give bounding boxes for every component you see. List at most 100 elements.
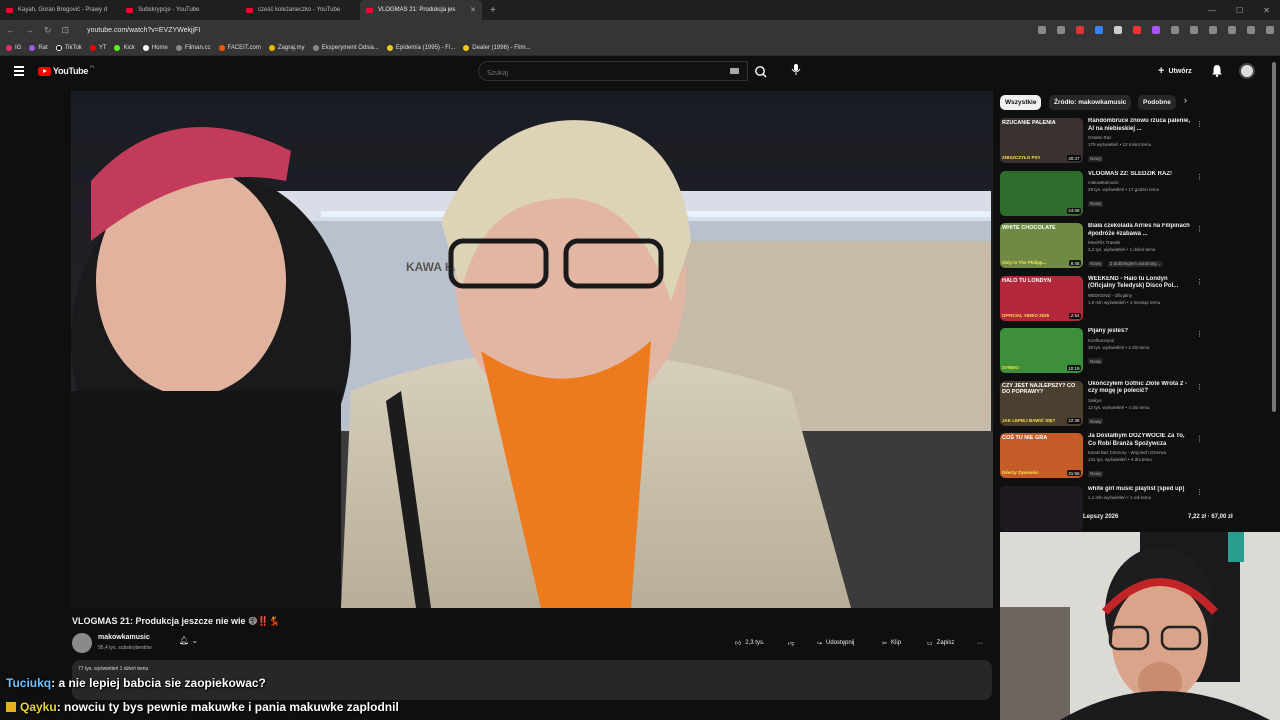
- scrollbar[interactable]: [1272, 62, 1276, 412]
- dislike-button[interactable]: 👎︎: [783, 634, 800, 652]
- bookmark-item[interactable]: TikTok: [55, 44, 82, 51]
- notifications-button[interactable]: [1211, 64, 1223, 82]
- recommended-channel[interactable]: Konfiturexpol: [1088, 338, 1192, 343]
- clip-button[interactable]: ✂ Klip: [877, 634, 907, 652]
- recommended-title[interactable]: Randombruce znowu rzuca palenie, AI na n…: [1088, 118, 1192, 133]
- close-tab-icon[interactable]: ✕: [470, 6, 476, 14]
- recommended-title[interactable]: white girl music playlist [sped up]: [1088, 486, 1192, 494]
- recommended-channel[interactable]: WEEKEND - Oficjalny: [1088, 293, 1192, 298]
- video-thumbnail[interactable]: CZY JEST NAJLEPSZY? CO DO POPRAWY? JAK LE…: [1000, 380, 1083, 426]
- more-options-icon[interactable]: ⋮: [1196, 330, 1203, 338]
- back-icon[interactable]: ←: [6, 25, 15, 35]
- chip-all[interactable]: Wszystkie: [1000, 95, 1042, 110]
- recommended-channel[interactable]: Kanał Bez Cenzury - Wojciech Dzierwa: [1088, 450, 1192, 455]
- reload-icon[interactable]: ↻: [44, 25, 52, 36]
- channel-name[interactable]: makowkamusic: [98, 634, 150, 641]
- menu-icon[interactable]: [14, 66, 24, 78]
- recommended-title[interactable]: Biała czekolada Arries na Filipinach #po…: [1088, 223, 1192, 238]
- new-tab-button[interactable]: +: [490, 5, 496, 16]
- bookmark-item[interactable]: Home: [142, 44, 168, 51]
- url-field[interactable]: youtube.com/watch?v=EVZYWekjjFI: [87, 27, 200, 34]
- more-options-icon[interactable]: ⋮: [1196, 488, 1203, 496]
- video-thumbnail[interactable]: WHITE CHOCOLATE Only in The Philipp... 8:4…: [1000, 223, 1083, 268]
- extension-icon[interactable]: [1133, 26, 1141, 34]
- create-button[interactable]: + Utwórz: [1152, 63, 1198, 79]
- video-player[interactable]: KAWA HERBATA GORĄCA CZEKO: [71, 91, 993, 608]
- share-icon[interactable]: [1057, 26, 1065, 34]
- browser-tab-active[interactable]: VLOGMAS 21: Produkcja jes ✕: [360, 0, 482, 20]
- more-options-icon[interactable]: ⋮: [1196, 435, 1203, 443]
- account-avatar[interactable]: [1239, 63, 1255, 79]
- video-thumbnail[interactable]: 24:08: [1000, 170, 1083, 216]
- bookmark-item[interactable]: Filman.cc: [175, 44, 211, 51]
- more-options-icon[interactable]: ⋮: [1196, 225, 1203, 233]
- bookmark-item[interactable]: Zagraj.my: [268, 44, 305, 51]
- bookmark-item[interactable]: FACEIT.com: [218, 44, 261, 51]
- more-options-icon[interactable]: ⋮: [1196, 383, 1203, 391]
- recommended-channel[interactable]: Saikyo: [1088, 398, 1192, 403]
- video-thumbnail[interactable]: RZUCANIE PALENIA ZNISZCZYŁO PSY 30:47: [1000, 118, 1083, 163]
- chip-source[interactable]: Źródło: makowkamusic: [1049, 95, 1132, 110]
- recommended-video[interactable]: WHITE CHOCOLATE Only in The Philipp... 8:4…: [1000, 223, 1203, 271]
- more-options-icon[interactable]: ⋮: [1196, 173, 1203, 181]
- more-options-icon[interactable]: ⋮: [1196, 278, 1203, 286]
- chevron-right-icon[interactable]: ›: [1184, 95, 1187, 105]
- subscribed-bell-button[interactable]: 🔔︎ ⌄: [179, 636, 198, 645]
- recommended-title[interactable]: Pijany jesteś?: [1088, 328, 1192, 336]
- bookmark-item[interactable]: YT: [89, 44, 106, 51]
- install-icon[interactable]: [1038, 26, 1046, 34]
- video-thumbnail[interactable]: HALO TU LONDYN OFFICIAL VIDEO 2025 2:54: [1000, 275, 1083, 321]
- menu-icon[interactable]: [1266, 26, 1274, 34]
- recommended-video[interactable]: COŚ TU NIE GRA Dilerzy Żywności 31:56 Ja Do…: [1000, 433, 1203, 481]
- minimize-icon[interactable]: —: [1208, 6, 1216, 15]
- recommended-video[interactable]: HALO TU LONDYN OFFICIAL VIDEO 2025 2:54 WEE…: [1000, 275, 1203, 324]
- channel-avatar[interactable]: [72, 633, 92, 653]
- search-input[interactable]: [479, 64, 709, 83]
- share-button[interactable]: ↪ Udostępnij: [812, 634, 860, 652]
- recommended-channel[interactable]: makowkamusic: [1088, 180, 1192, 185]
- more-actions-button[interactable]: ⋯: [972, 634, 988, 652]
- maximize-icon[interactable]: ☐: [1236, 6, 1243, 15]
- search-button[interactable]: [748, 62, 774, 82]
- recommended-video[interactable]: SYNEK! 10:19 Pijany jesteś? Konfiturexpol 39…: [1000, 328, 1203, 376]
- recommended-channel[interactable]: Ostatni Raz: [1088, 135, 1192, 140]
- recommended-video[interactable]: 24:08 VLOGMAS 22: ŚLEDZIK RAZ! makowkamusi…: [1000, 170, 1203, 219]
- recommended-title[interactable]: Ja Dostałbym DOŻYWOCIE Za To, Co Robi Br…: [1088, 433, 1192, 448]
- video-thumbnail[interactable]: COŚ TU NIE GRA Dilerzy Żywności 31:56: [1000, 433, 1083, 478]
- close-window-icon[interactable]: ✕: [1263, 6, 1270, 15]
- voice-search-button[interactable]: [788, 62, 804, 78]
- recommended-title[interactable]: Ukończyłem Gothic Złote Wrota 2 - czy mo…: [1088, 381, 1192, 396]
- more-options-icon[interactable]: ⋮: [1196, 120, 1203, 128]
- playlist-icon[interactable]: [1247, 26, 1255, 34]
- browser-tab[interactable]: cześć koleżaneczko - YouTube: [240, 0, 360, 20]
- bookmark-icon[interactable]: [1209, 26, 1217, 34]
- keyboard-icon[interactable]: [730, 68, 739, 74]
- bookmark-item[interactable]: IG: [6, 44, 21, 51]
- puzzle-icon[interactable]: [1171, 26, 1179, 34]
- like-button[interactable]: 👍︎ 2,3 tys.: [730, 634, 770, 652]
- extension-icon[interactable]: [1114, 26, 1122, 34]
- recommended-video[interactable]: CZY JEST NAJLEPSZY? CO DO POPRAWY? JAK LE…: [1000, 380, 1203, 429]
- recommended-title[interactable]: WEEKEND - Halo tu Londyn (Oficjalny Tele…: [1088, 276, 1192, 291]
- bookmark-item[interactable]: Kick: [114, 44, 135, 51]
- brave-shield-icon[interactable]: [1076, 26, 1084, 34]
- recommended-video[interactable]: RZUCANIE PALENIA ZNISZCZYŁO PSY 30:47 Rando…: [1000, 118, 1203, 166]
- bookmark-item[interactable]: Eksperyment Odsia...: [312, 44, 379, 51]
- extension-icon[interactable]: [1095, 26, 1103, 34]
- recommended-channel[interactable]: MexiFils Travels: [1088, 240, 1192, 245]
- bookmark-item[interactable]: Rat: [29, 44, 48, 51]
- save-button[interactable]: ▭ Zapisz: [922, 634, 960, 652]
- browser-tab[interactable]: Kayah, Goran Bregović - Prawy d: [0, 0, 120, 20]
- recommended-video[interactable]: white girl music playlist [sped up] 1,1 m…: [1000, 485, 1203, 534]
- extension-icon[interactable]: [1152, 26, 1160, 34]
- recommended-title[interactable]: VLOGMAS 22: ŚLEDZIK RAZ!: [1088, 171, 1192, 179]
- link-icon[interactable]: [1228, 26, 1236, 34]
- bookmark-item[interactable]: Epidemia (1995) - Fi...: [386, 44, 455, 51]
- youtube-logo[interactable]: YouTube PL: [38, 64, 95, 76]
- forward-icon[interactable]: →: [25, 25, 34, 35]
- chip-similar[interactable]: Podobne: [1138, 95, 1176, 110]
- site-info-icon[interactable]: ⊡: [62, 25, 70, 36]
- download-icon[interactable]: [1190, 26, 1198, 34]
- bookmark-item[interactable]: Dealer (1996) - Film...: [463, 44, 531, 51]
- browser-tab[interactable]: Subskrypcje - YouTube: [120, 0, 240, 20]
